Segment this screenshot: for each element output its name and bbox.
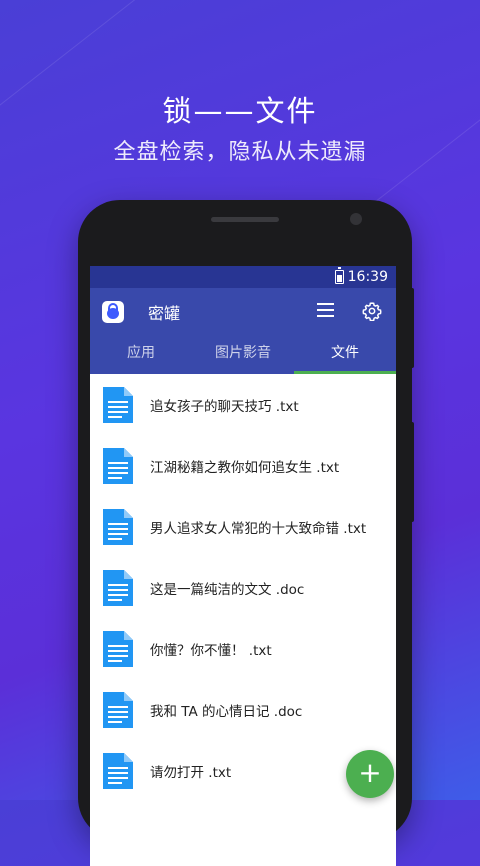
document-icon (103, 508, 133, 545)
file-list-item[interactable]: 我和 TA 的心情日记 .doc (90, 679, 396, 740)
document-icon (103, 386, 133, 423)
file-name: 江湖秘籍之教你如何追女生 .txt (150, 459, 340, 476)
phone-camera (350, 213, 362, 225)
file-name: 追女孩子的聊天技巧 .txt (150, 398, 299, 415)
promo-subline: 全盘检索，隐私从未遗漏 (113, 140, 367, 165)
phone-side-button (410, 288, 414, 368)
file-name: 请勿打开 .txt (150, 764, 232, 781)
status-time: 16:39 (347, 269, 388, 285)
file-list-item[interactable]: 男人追求女人常犯的十大致命错 .txt (90, 496, 396, 557)
document-icon (103, 691, 133, 728)
file-name: 这是一篇纯洁的文文 .doc (150, 581, 305, 598)
menu-icon[interactable] (317, 303, 334, 317)
phone-side-button (410, 422, 414, 522)
file-list: 追女孩子的聊天技巧 .txt 江湖秘籍之教你如何追女生 .txt 男人追求女人常… (90, 374, 396, 801)
tab-bar: 应用 图片影音 文件 (90, 336, 396, 374)
app-logo-icon (102, 301, 124, 323)
battery-icon (334, 267, 344, 284)
file-list-item[interactable]: 你懂？你不懂！ .txt (90, 618, 396, 679)
app-title: 密罐 (148, 304, 181, 323)
file-name: 我和 TA 的心情日记 .doc (150, 703, 303, 720)
add-file-button[interactable]: + (346, 750, 394, 798)
file-name: 男人追求女人常犯的十大致命错 .txt (150, 520, 367, 537)
document-icon (103, 447, 133, 484)
app-bar: 密罐 (90, 288, 396, 336)
promo-headline: 锁——文件 (162, 94, 318, 128)
file-list-item[interactable]: 江湖秘籍之教你如何追女生 .txt (90, 435, 396, 496)
document-icon (103, 630, 133, 667)
file-list-item[interactable]: 这是一篇纯洁的文文 .doc (90, 557, 396, 618)
phone-screen: 16:39 密罐 应用 图片影音 文件 追女孩子的聊天技巧 .txt 江湖秘籍之… (90, 266, 396, 866)
file-name: 你懂？你不懂！ .txt (150, 642, 272, 659)
phone-frame: 16:39 密罐 应用 图片影音 文件 追女孩子的聊天技巧 .txt 江湖秘籍之… (78, 200, 414, 866)
document-icon (103, 752, 133, 789)
tab-media[interactable]: 图片影音 (192, 336, 294, 374)
phone-speaker (211, 217, 279, 222)
file-list-item[interactable]: 追女孩子的聊天技巧 .txt (90, 374, 396, 435)
document-icon (103, 569, 133, 606)
tab-files[interactable]: 文件 (294, 336, 396, 374)
status-bar: 16:39 (90, 266, 396, 288)
gear-icon[interactable] (362, 301, 382, 321)
tab-apps[interactable]: 应用 (90, 336, 192, 374)
